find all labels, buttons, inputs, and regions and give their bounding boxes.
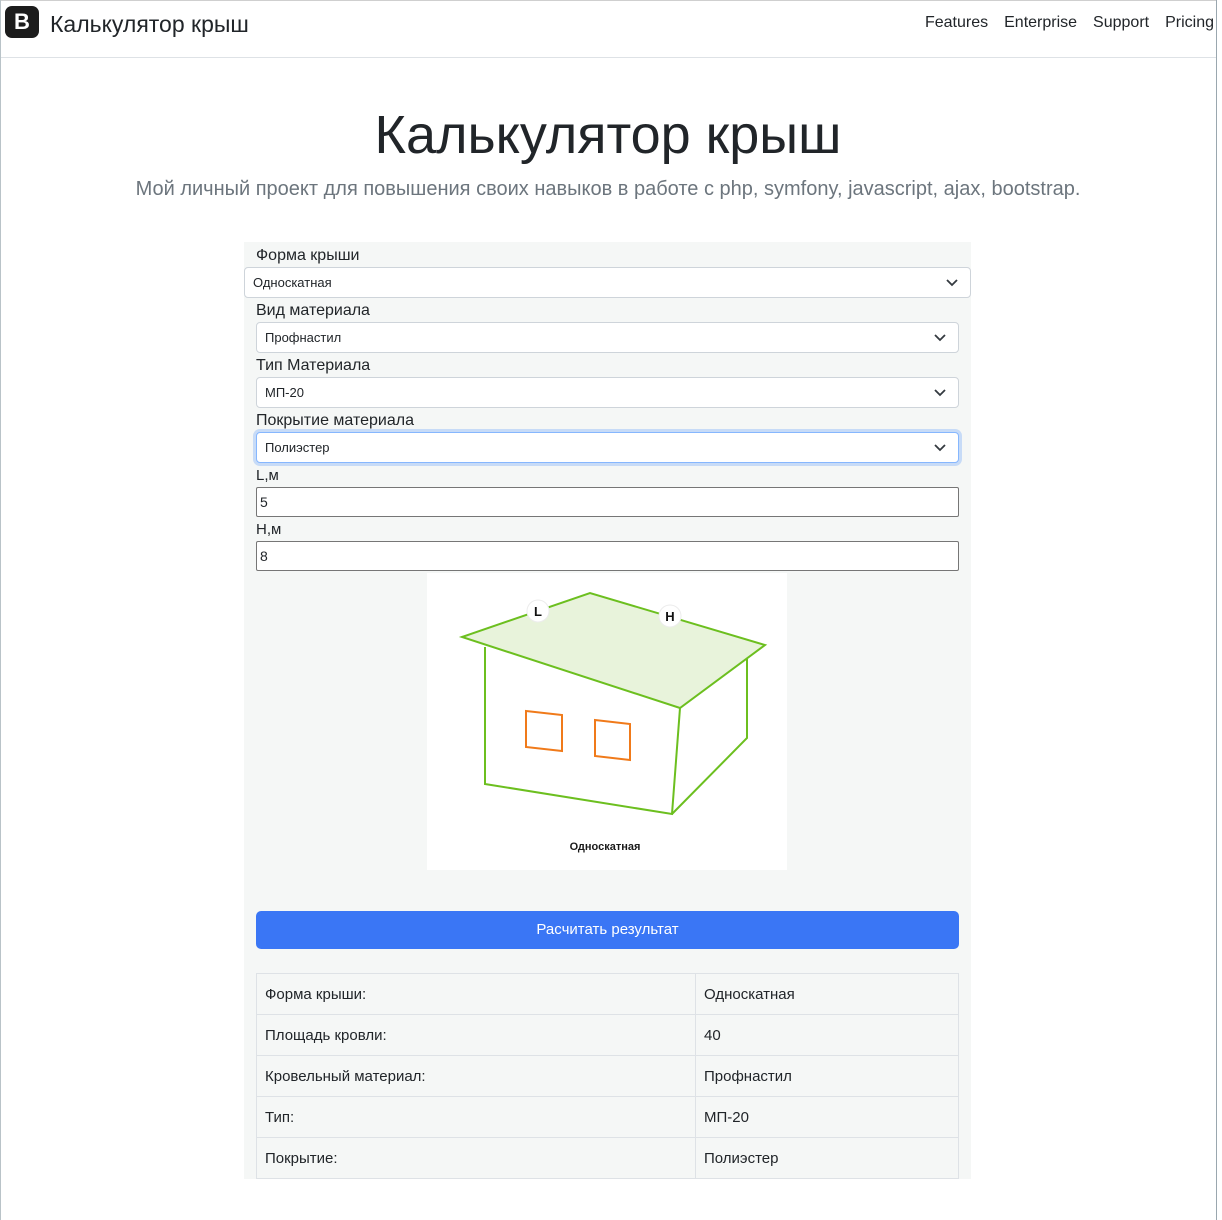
result-value: 40 <box>695 1014 959 1056</box>
material-type-select[interactable]: МП-20 <box>256 377 959 408</box>
page-title: Калькулятор крыш <box>374 105 842 165</box>
chevron-down-icon <box>934 389 946 397</box>
nav-link-enterprise[interactable]: Enterprise <box>1004 13 1077 33</box>
results-table: Форма крыши: Односкатная Площадь кровли:… <box>256 973 959 1179</box>
result-key: Покрытие: <box>256 1137 696 1179</box>
roof-shape-value: Односкатная <box>253 275 332 290</box>
nav-links: Features Enterprise Support Pricing <box>909 13 1214 33</box>
result-value: Полиэстер <box>695 1137 959 1179</box>
result-value: МП-20 <box>695 1096 959 1138</box>
illustration-caption: Односкатная <box>569 841 641 853</box>
window-left <box>525 709 563 753</box>
result-key: Тип: <box>256 1096 696 1138</box>
length-value: 5 <box>260 494 268 510</box>
table-row: Форма крыши: Односкатная <box>256 973 959 1015</box>
chevron-down-icon <box>946 279 958 287</box>
material-kind-label: Вид материала <box>256 302 370 319</box>
height-value: 8 <box>260 548 268 564</box>
height-label: H,м <box>256 521 282 538</box>
dimension-label-h: H <box>665 609 674 624</box>
nav-link-features[interactable]: Features <box>925 13 988 33</box>
material-type-value: МП-20 <box>265 385 304 400</box>
vertical-scrollbar[interactable] <box>1216 0 1222 1220</box>
dimension-label-l: L <box>534 604 542 619</box>
bootstrap-logo-icon[interactable]: B <box>5 6 39 38</box>
material-coating-select[interactable]: Полиэстер <box>256 432 959 463</box>
chevron-down-icon <box>934 334 946 342</box>
roof-plane <box>458 591 768 710</box>
nav-link-pricing[interactable]: Pricing <box>1165 13 1214 33</box>
top-navbar: B Калькулятор крыш Features Enterprise S… <box>1 1 1216 58</box>
brand-title[interactable]: Калькулятор крыш <box>50 10 249 38</box>
result-value: Односкатная <box>695 973 959 1015</box>
result-value: Профнастил <box>695 1055 959 1097</box>
calculate-button[interactable]: Расчитать результат <box>256 911 959 949</box>
result-key: Форма крыши: <box>256 973 696 1015</box>
length-label: L,м <box>256 467 279 484</box>
roof-illustration: L H Односкатная <box>427 573 787 870</box>
window-right <box>594 718 631 762</box>
chevron-down-icon <box>934 444 946 452</box>
roof-shape-select[interactable]: Односкатная <box>244 267 971 298</box>
result-key: Площадь кровли: <box>256 1014 696 1056</box>
material-kind-select[interactable]: Профнастил <box>256 322 959 353</box>
table-row: Покрытие: Полиэстер <box>256 1137 959 1179</box>
material-coating-label: Покрытие материала <box>256 412 414 429</box>
result-key: Кровельный материал: <box>256 1055 696 1097</box>
table-row: Кровельный материал: Профнастил <box>256 1055 959 1097</box>
roof-shape-label: Форма крыши <box>256 247 360 264</box>
page-subtitle: Мой личный проект для повышения своих на… <box>135 178 1081 200</box>
table-row: Площадь кровли: 40 <box>256 1014 959 1056</box>
length-input[interactable]: 5 <box>256 487 959 517</box>
height-input[interactable]: 8 <box>256 541 959 571</box>
single-pitch-house-drawing: L H <box>458 591 768 816</box>
table-row: Тип: МП-20 <box>256 1096 959 1138</box>
material-type-label: Тип Материала <box>256 357 371 374</box>
material-kind-value: Профнастил <box>265 330 342 345</box>
material-coating-value: Полиэстер <box>265 440 330 455</box>
nav-link-support[interactable]: Support <box>1093 13 1149 33</box>
